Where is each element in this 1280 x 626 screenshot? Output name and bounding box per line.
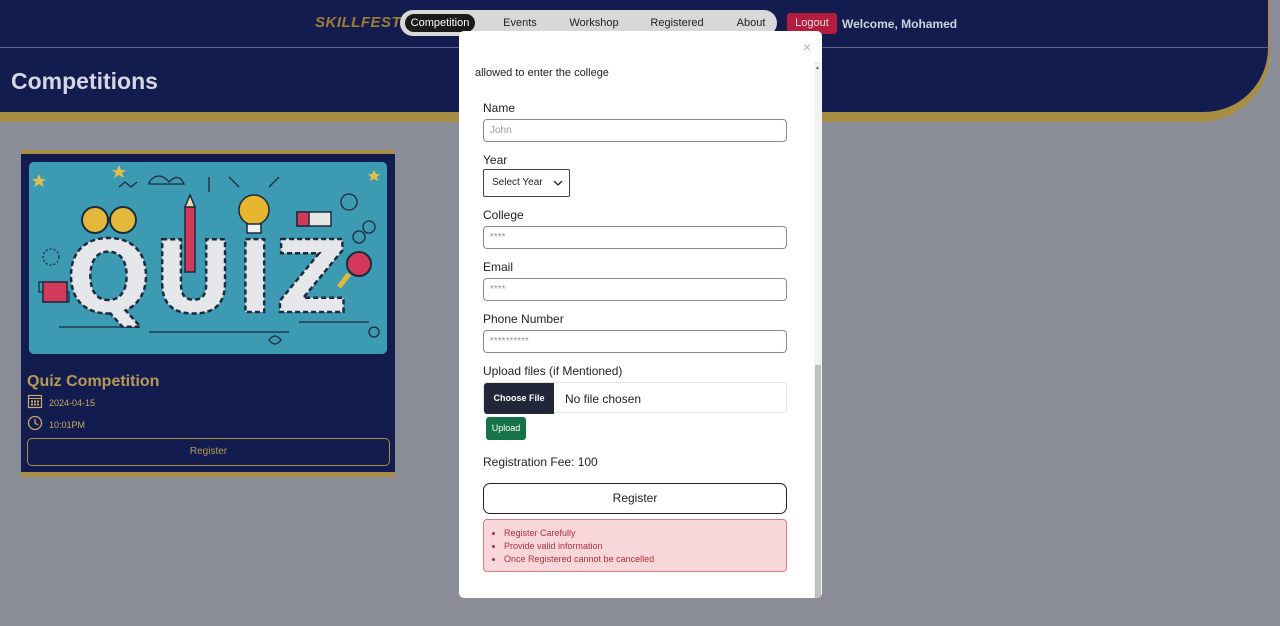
register-button[interactable]: Register bbox=[483, 483, 787, 514]
card-time: 10:01PM bbox=[49, 420, 86, 430]
nav-item-about[interactable]: About bbox=[731, 14, 771, 32]
registration-fee: Registration Fee: 100 bbox=[483, 455, 598, 469]
year-select-value: Select Year bbox=[492, 177, 543, 188]
alert-item: Register Carefully bbox=[504, 527, 786, 540]
close-icon[interactable]: × bbox=[803, 39, 811, 55]
year-select[interactable]: Select Year bbox=[483, 169, 570, 197]
card-time-row: 10:01PM bbox=[27, 415, 86, 436]
card-date: 2024-04-15 bbox=[49, 398, 96, 408]
modal-scrollbar[interactable]: ▲ ▼ bbox=[814, 62, 822, 598]
phone-label: Phone Number bbox=[483, 312, 564, 326]
calendar-icon bbox=[27, 393, 43, 414]
nav-item-competition[interactable]: Competition bbox=[405, 14, 475, 32]
clock-icon bbox=[27, 415, 43, 436]
nav-item-workshop[interactable]: Workshop bbox=[564, 14, 624, 32]
quiz-illustration-svg: QUIZ bbox=[29, 162, 387, 354]
brand-logo[interactable]: SKILLFEST bbox=[315, 14, 401, 31]
card-register-button[interactable]: Register bbox=[27, 438, 390, 466]
upload-button[interactable]: Upload bbox=[486, 417, 526, 440]
competition-card: QUIZ Quiz Competition 2024-04-15 10:01PM… bbox=[21, 150, 395, 477]
file-input[interactable]: Choose File No file chosen bbox=[483, 382, 787, 414]
card-date-row: 2024-04-15 bbox=[27, 393, 96, 414]
welcome-text: Welcome, Mohamed bbox=[842, 17, 958, 31]
nav-item-events[interactable]: Events bbox=[498, 14, 542, 32]
chevron-down-icon bbox=[553, 170, 563, 207]
page-title: Competitions bbox=[11, 68, 158, 94]
nav-item-registered[interactable]: Registered bbox=[646, 14, 708, 32]
upload-label: Upload files (if Mentioned) bbox=[483, 364, 623, 378]
name-input[interactable]: John bbox=[483, 119, 787, 142]
alert-item: Once Registered cannot be cancelled bbox=[504, 553, 786, 566]
email-label: Email bbox=[483, 260, 514, 274]
notice-text: allowed to enter the college bbox=[475, 67, 609, 79]
registration-modal: × ▲ ▼ allowed to enter the college Name … bbox=[459, 31, 822, 598]
choose-file-button[interactable]: Choose File bbox=[484, 383, 554, 414]
year-label: Year bbox=[483, 153, 508, 167]
warning-alert: Register Carefully Provide valid informa… bbox=[483, 519, 787, 572]
college-input[interactable]: **** bbox=[483, 226, 787, 249]
quiz-illustration-word: QUIZ bbox=[66, 219, 350, 336]
email-input[interactable]: **** bbox=[483, 278, 787, 301]
alert-item: Provide valid information bbox=[504, 540, 786, 553]
phone-input[interactable]: ********** bbox=[483, 330, 787, 353]
card-title: Quiz Competition bbox=[27, 373, 160, 390]
quiz-illustration: QUIZ bbox=[29, 162, 387, 354]
college-label: College bbox=[483, 208, 524, 222]
file-status: No file chosen bbox=[565, 392, 642, 406]
name-label: Name bbox=[483, 101, 516, 115]
scroll-up-icon[interactable]: ▲ bbox=[815, 65, 820, 71]
scrollbar-thumb[interactable] bbox=[815, 365, 821, 598]
